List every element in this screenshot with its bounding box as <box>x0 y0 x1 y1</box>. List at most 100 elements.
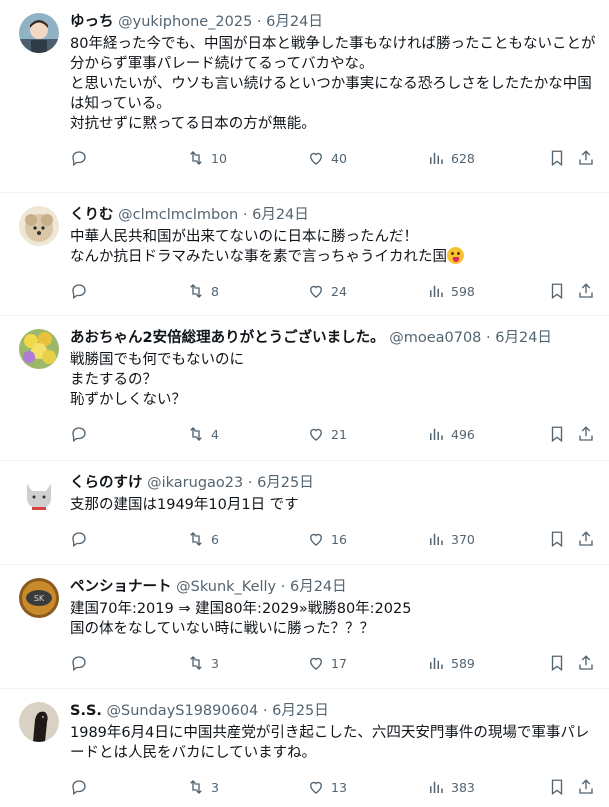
tweet-actions: 3 13 383 <box>70 767 593 807</box>
bookmark-icon <box>551 150 563 167</box>
bookmark-button[interactable] <box>548 414 566 454</box>
bookmark-button[interactable] <box>548 643 566 683</box>
reply-button[interactable] <box>70 271 88 311</box>
tweet-text: 支那の建国は1949年10月1日 です <box>70 497 299 513</box>
like-button[interactable]: 40 <box>307 138 347 178</box>
author-name[interactable]: ペンショナート <box>70 579 172 595</box>
avatar[interactable] <box>19 13 59 53</box>
share-button[interactable] <box>577 138 595 178</box>
svg-text:SK: SK <box>34 594 45 603</box>
author-handle[interactable]: @Skunk_Kelly <box>176 579 276 595</box>
tweet[interactable]: くらのすけ @ikarugao23 · 6月25日 支那の建国は1949年10月… <box>0 461 609 565</box>
views-button[interactable]: 628 <box>427 138 475 178</box>
retweet-button[interactable]: 6 <box>187 519 219 559</box>
views-button[interactable]: 496 <box>427 414 475 454</box>
author-name[interactable]: あおちゃん2安倍総理ありがとうございました。 <box>70 330 385 346</box>
view-count: 496 <box>451 426 475 442</box>
tweet[interactable]: くりむ @clmclmclmbon · 6月24日 中華人民共和国が出来てないの… <box>0 193 609 316</box>
tweet-date[interactable]: 6月25日 <box>257 475 314 491</box>
tweet-date[interactable]: 6月24日 <box>252 207 309 223</box>
tweet-text: 80年経った今でも、中国が日本と戦争した事もなければ勝ったこともないことが分から… <box>70 36 596 132</box>
retweet-icon <box>190 532 202 546</box>
share-icon <box>579 779 593 794</box>
share-button[interactable] <box>577 519 595 559</box>
views-chart-icon <box>430 657 443 669</box>
separator-dot: · <box>486 330 491 346</box>
author-handle[interactable]: @yukiphone_2025 <box>118 14 252 30</box>
avatar[interactable] <box>19 702 59 742</box>
reply-button[interactable] <box>70 767 88 807</box>
views-button[interactable]: 589 <box>427 643 475 683</box>
tweet[interactable]: ゆっち @yukiphone_2025 · 6月24日 80年経った今でも、中国… <box>0 0 609 193</box>
like-count: 16 <box>331 531 347 547</box>
retweet-button[interactable]: 3 <box>187 643 219 683</box>
author-name[interactable]: ゆっち <box>70 14 114 30</box>
bookmark-icon <box>551 531 563 548</box>
views-chart-icon <box>430 285 443 297</box>
heart-icon <box>310 152 322 165</box>
tweet-date[interactable]: 6月25日 <box>272 703 329 719</box>
share-button[interactable] <box>577 414 595 454</box>
like-button[interactable]: 24 <box>307 271 347 311</box>
views-button[interactable]: 598 <box>427 271 475 311</box>
reply-button[interactable] <box>70 519 88 559</box>
tweet-text: 戦勝国でも何でもないのに またするの？ 恥ずかしくない？ <box>70 352 244 408</box>
share-button[interactable] <box>577 643 595 683</box>
separator-dot: · <box>242 207 248 223</box>
separator-dot: · <box>262 703 268 719</box>
like-button[interactable]: 21 <box>307 414 347 454</box>
like-button[interactable]: 16 <box>307 519 347 559</box>
retweet-icon <box>190 656 202 670</box>
face-with-tongue-icon <box>447 247 464 264</box>
like-button[interactable]: 17 <box>307 643 347 683</box>
reply-icon <box>72 284 86 300</box>
avatar[interactable] <box>19 329 59 369</box>
author-handle[interactable]: @ikarugao23 <box>147 475 243 491</box>
retweet-icon <box>190 780 202 794</box>
separator-dot: · <box>247 475 253 491</box>
bookmark-button[interactable] <box>548 271 566 311</box>
view-count: 598 <box>451 283 475 299</box>
bookmark-button[interactable] <box>548 519 566 559</box>
author-name[interactable]: くりむ <box>70 207 114 223</box>
tweet[interactable]: S.S. @SundayS19890604 · 6月25日 1989年6月4日に… <box>0 689 609 800</box>
retweet-button[interactable]: 8 <box>187 271 219 311</box>
reply-button[interactable] <box>70 138 88 178</box>
tweet[interactable]: SK ペンショナート @Skunk_Kelly · 6月24日 建国70年:20… <box>0 565 609 689</box>
author-name[interactable]: くらのすけ <box>70 475 143 491</box>
avatar[interactable] <box>19 206 59 246</box>
like-button[interactable]: 13 <box>307 767 347 807</box>
retweet-button[interactable]: 4 <box>187 414 219 454</box>
timeline-feed: ゆっち @yukiphone_2025 · 6月24日 80年経った今でも、中国… <box>0 0 609 800</box>
retweet-button[interactable]: 10 <box>187 138 227 178</box>
retweet-button[interactable]: 3 <box>187 767 219 807</box>
retweet-count: 6 <box>211 531 219 547</box>
reply-button[interactable] <box>70 414 88 454</box>
avatar[interactable]: SK <box>19 578 59 618</box>
share-button[interactable] <box>577 767 595 807</box>
tweet-date[interactable]: 6月24日 <box>495 330 552 346</box>
author-handle[interactable]: @moea0708 <box>389 330 481 346</box>
tweet-actions: 4 21 496 <box>70 414 593 454</box>
like-count: 24 <box>331 283 347 299</box>
tweet[interactable]: あおちゃん2安倍総理ありがとうございました。 @moea0708 · 6月24日… <box>0 316 609 461</box>
avatar[interactable] <box>19 474 59 514</box>
author-handle[interactable]: @SundayS19890604 <box>107 703 259 719</box>
views-button[interactable]: 370 <box>427 519 475 559</box>
tweet-text-container: 中華人民共和国が出来てないのに日本に勝ったんだ！ なんか抗日ドラマみたいな事を素… <box>70 227 600 267</box>
author-handle[interactable]: @clmclmclmbon <box>118 207 238 223</box>
tweet-date[interactable]: 6月24日 <box>290 579 347 595</box>
views-chart-icon <box>430 428 443 440</box>
view-count: 383 <box>451 779 475 795</box>
bookmark-button[interactable] <box>548 138 566 178</box>
like-count: 17 <box>331 655 347 671</box>
reply-icon <box>72 656 86 672</box>
reply-button[interactable] <box>70 643 88 683</box>
bookmark-button[interactable] <box>548 767 566 807</box>
author-name[interactable]: S.S. <box>70 703 102 719</box>
view-count: 589 <box>451 655 475 671</box>
share-icon <box>579 655 593 670</box>
share-button[interactable] <box>577 271 595 311</box>
views-button[interactable]: 383 <box>427 767 475 807</box>
tweet-date[interactable]: 6月24日 <box>266 14 323 30</box>
